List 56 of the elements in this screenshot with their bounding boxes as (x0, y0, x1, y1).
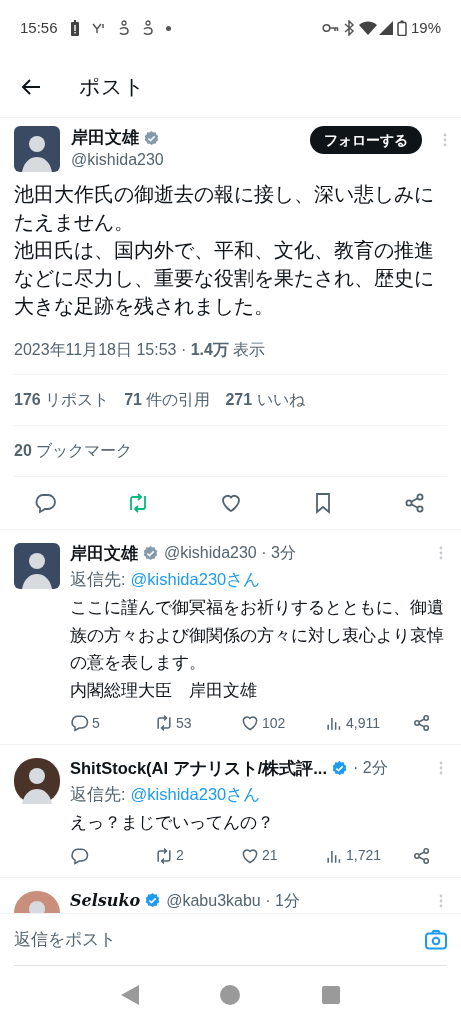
engagement-count[interactable]: 71 件の引用 (124, 388, 211, 412)
action-count: 53 (176, 713, 192, 733)
heart-icon[interactable] (240, 713, 260, 733)
bookmark-count[interactable]: 20 ブックマーク (14, 439, 133, 463)
tweet-text: 池田大作氏の御逝去の報に接し、深い悲しみにたえません。 (14, 182, 435, 235)
action-count: 21 (262, 846, 278, 865)
repost-icon[interactable] (154, 713, 174, 733)
notification-icon (117, 20, 130, 36)
engagement-count[interactable]: 271 いいね (225, 388, 305, 412)
action-count: 5 (92, 713, 100, 733)
speech-bubble-icon[interactable] (70, 713, 90, 733)
page-title: ポスト (79, 73, 145, 100)
action-count: 2 (176, 846, 184, 865)
author-name: 岸田文雄 (71, 127, 139, 149)
action-count: 102 (262, 713, 286, 733)
avatar-icon (14, 126, 60, 172)
reply-field[interactable]: 返信をポスト (14, 927, 425, 952)
share-icon[interactable] (412, 845, 432, 866)
wifi-icon (358, 21, 377, 35)
dot-icon (165, 25, 171, 31)
follow-button[interactable]: フォローする (310, 126, 422, 154)
back-triangle-icon[interactable] (120, 985, 139, 1005)
post-meta: @kabu3kabu · 1分 (166, 890, 300, 911)
battery-icon (396, 20, 407, 36)
tweet-text: 池田氏は、国内外で、平和、文化、教育の推進などに尽力し、重要な役割を果たされ、歴史に大きな足跡を残されました。 (14, 238, 435, 319)
post-meta: @kishida230 · 3分 (164, 543, 296, 563)
author-name: ShitStock(AI アナリスト/株式評... (70, 757, 327, 779)
reply-text: 内閣総理大臣 岸田文雄 (70, 679, 258, 702)
avatar-icon (14, 543, 60, 589)
reply-to-label: 返信先: (70, 784, 126, 805)
engagement-count[interactable]: 176 リポスト (14, 388, 110, 412)
key-icon (321, 23, 339, 33)
repost-icon[interactable] (154, 845, 174, 866)
share-icon[interactable] (412, 713, 432, 733)
status-time: 15:56 (20, 17, 58, 38)
author-name: Selsuko (70, 889, 141, 912)
action-count: 1,721 (346, 846, 382, 865)
avatar-icon (14, 758, 60, 804)
home-circle-icon[interactable] (220, 985, 241, 1005)
battery-level: 19% (410, 17, 441, 38)
recents-square-icon[interactable] (322, 986, 341, 1004)
author-name: 岸田文雄 (70, 542, 138, 564)
action-count: 4,911 (346, 713, 380, 733)
reply-text: ここに謹んで御冥福をお祈りするとともに、御遺族の方々および御関係の方々に対し衷心より哀悼の意を表します。 (70, 597, 445, 674)
camera-icon[interactable] (425, 929, 447, 950)
battery-alert-icon (69, 20, 80, 36)
speech-bubble-icon[interactable] (34, 491, 58, 515)
post-timestamp: 2023年11月18日 15:53 · 1.4万 表示 (13, 340, 267, 360)
author-handle: @kishida230 (71, 150, 165, 170)
reply-text: えっ？まじでいってんの？ (70, 812, 275, 834)
notification-icon (141, 20, 154, 36)
bluetooth-icon (342, 20, 355, 36)
notification-icon (91, 22, 106, 34)
signal-icon (378, 21, 393, 35)
post-meta: · 2分 (353, 758, 388, 778)
reply-to-label: 返信先: (70, 569, 126, 590)
